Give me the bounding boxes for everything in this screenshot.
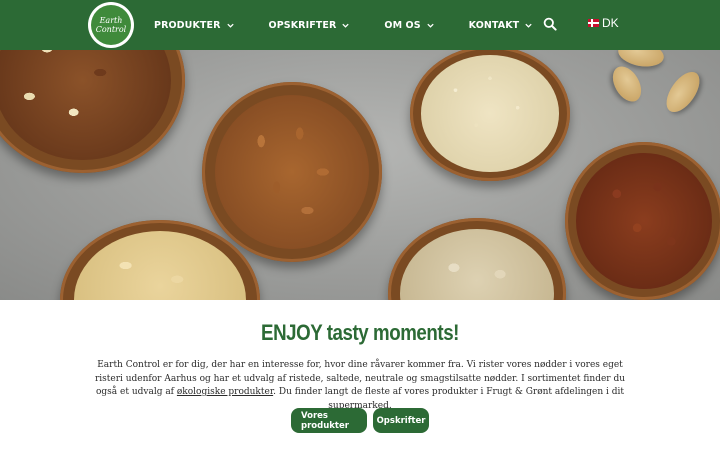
page-heading: ENJOY tasty moments! [261,320,459,345]
nav-label: KONTAKT [468,19,520,31]
bowl-pistachios [388,218,566,300]
nav-item-opskrifter[interactable]: OPSKRIFTER [269,20,351,31]
chevron-down-icon [226,23,234,28]
nav-label: OPSKRIFTER [268,19,337,31]
site-header: Earth Control PRODUKTER OPSKRIFTER OM OS… [0,0,720,50]
nav-item-kontakt[interactable]: KONTAKT [469,20,534,31]
intro-paragraph: Earth Control er for dig, der har en int… [86,359,634,413]
cta-buttons: Vores produkter Opskrifter [0,408,720,433]
chevron-down-icon [342,23,350,28]
organic-products-link[interactable]: økologiske produkter [177,387,273,397]
hero-image [0,50,720,300]
nav-item-produkter[interactable]: PRODUKTER [154,20,235,31]
nav-label: PRODUKTER [154,19,221,31]
chevron-down-icon [427,23,434,28]
logo-text-line-1: Earth [99,16,123,25]
bowl-almonds [202,82,382,262]
nav-label: OM OS [384,19,421,31]
language-selector[interactable]: DK [588,16,619,30]
search-icon[interactable] [543,17,557,31]
recipes-button[interactable]: Opskrifter [373,408,429,433]
danish-flag-icon [588,19,599,27]
bowl-hazelnuts [565,142,720,300]
peanut-shell [659,66,707,118]
logo-text-line-2: Control [95,25,127,34]
nav-item-om-os[interactable]: OM OS [384,20,434,31]
main-nav: PRODUKTER OPSKRIFTER OM OS KONTAKT [154,0,567,50]
language-label: DK [602,16,619,30]
peanut-shell [607,61,647,107]
earth-control-logo[interactable]: Earth Control [88,2,134,48]
bowl-mixed-nuts [0,50,185,173]
logo-badge: Earth Control [91,5,131,45]
bowl-pine-nuts [410,50,570,181]
chevron-down-icon [525,23,532,28]
our-products-button[interactable]: Vores produkter [291,408,367,433]
